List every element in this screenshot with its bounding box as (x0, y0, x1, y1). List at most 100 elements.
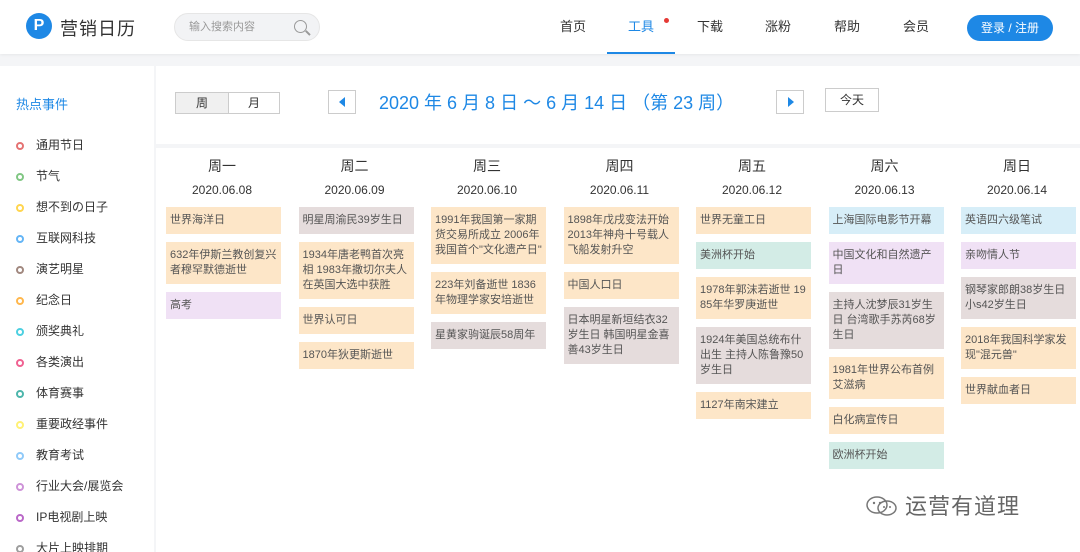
day-column: 周一 2020.06.08 世界海洋日 632年伊斯兰教创复兴者穆罕默德逝世 高考 (156, 148, 288, 552)
event-card[interactable]: 中国人口日 (563, 272, 679, 299)
category-bullet-icon (16, 235, 24, 243)
nav-membership[interactable]: 会员 (890, 0, 942, 54)
category-label: 颁奖典礼 (36, 324, 85, 338)
event-card[interactable]: 美洲杯开始 (696, 242, 811, 269)
sidebar-category-item[interactable]: 体育赛事 (16, 384, 84, 402)
day-name: 周六 (870, 158, 899, 174)
date-range-title: 2020 年 6 月 8 日 ～ 6 月 14 日 （第 23 周） (379, 93, 735, 113)
event-card[interactable]: 1898年戊戌变法开始 2013年神舟十号载人飞船发射升空 (563, 207, 679, 264)
event-card[interactable]: 英语四六级笔试 (961, 207, 1076, 234)
today-button[interactable]: 今天 (825, 88, 879, 112)
event-card[interactable]: 1924年美国总统布什出生 主持人陈鲁豫50岁生日 (696, 327, 811, 384)
category-label: IP电视剧上映 (36, 510, 108, 524)
event-card[interactable]: 1978年郭沫若逝世 1985年华罗庚逝世 (696, 277, 811, 319)
nav-download[interactable]: 下载 (684, 0, 736, 54)
wechat-icon (865, 495, 899, 517)
category-bullet-icon (16, 204, 24, 212)
sidebar-category-item[interactable]: 重要政经事件 (16, 415, 108, 433)
sidebar-category-item[interactable]: IP电视剧上映 (16, 508, 107, 526)
event-card[interactable]: 世界认可日 (298, 307, 414, 334)
category-bullet-icon (16, 545, 24, 552)
event-card[interactable]: 1870年狄更斯逝世 (298, 342, 414, 369)
event-card[interactable]: 上海国际电影节开幕 (828, 207, 944, 234)
event-card[interactable]: 世界无童工日 (696, 207, 811, 234)
event-card[interactable]: 中国文化和自然遗产日 (828, 242, 944, 284)
week-view-tab[interactable]: 周 (175, 92, 229, 114)
nav-home[interactable]: 首页 (547, 0, 599, 54)
event-list: 上海国际电影节开幕中国文化和自然遗产日主持人沈梦辰31岁生日 台湾歌手苏芮68岁… (828, 207, 944, 477)
event-card[interactable]: 高考 (166, 292, 281, 319)
month-view-tab[interactable]: 月 (228, 92, 280, 114)
event-card[interactable]: 223年刘备逝世 1836年物理学家安培逝世 (431, 272, 546, 314)
sidebar-category-item[interactable]: 想不到の日子 (16, 198, 108, 216)
category-bullet-icon (16, 359, 24, 367)
nav-tools-label: 工具 (627, 19, 654, 34)
event-card[interactable]: 明星周渝民39岁生日 (298, 207, 414, 234)
day-column: 周二 2020.06.09 明星周渝民39岁生日 1934年唐老鸭首次亮相 1983年… (289, 148, 421, 552)
sidebar-category-item[interactable]: 演艺明星 (16, 260, 84, 278)
search-input[interactable] (189, 19, 289, 35)
sidebar-category-item[interactable]: 纪念日 (16, 291, 72, 309)
event-card[interactable]: 主持人沈梦辰31岁生日 台湾歌手苏芮68岁生日 (828, 292, 944, 349)
day-name: 周二 (340, 158, 369, 174)
nav-tools[interactable]: 工具 (607, 0, 675, 54)
nav-help[interactable]: 帮助 (821, 0, 873, 54)
category-bullet-icon (16, 390, 24, 398)
day-name: 周日 (1003, 158, 1031, 174)
event-card[interactable]: 欧洲杯开始 (828, 442, 944, 469)
login-register-button[interactable]: 登录 / 注册 (967, 15, 1053, 41)
event-card[interactable]: 钢琴家郎朗38岁生日 小s42岁生日 (961, 277, 1076, 319)
sidebar-category-item[interactable]: 各类演出 (16, 353, 84, 371)
chevron-right-icon (788, 97, 794, 107)
day-column: 周四 2020.06.11 1898年戊戌变法开始 2013年神舟十号载人飞船发射升… (554, 148, 686, 552)
sidebar-category-item[interactable]: 通用节日 (16, 136, 84, 154)
category-bullet-icon (16, 452, 24, 460)
category-bullet-icon (16, 173, 24, 181)
nav-followers[interactable]: 涨粉 (752, 0, 804, 54)
calendar-controls: 周 月 2020 年 6 月 8 日 ～ 6 月 14 日 （第 23 周） 今… (156, 66, 1080, 144)
event-card[interactable]: 世界献血者日 (961, 377, 1076, 404)
category-label: 互联网科技 (36, 231, 97, 245)
event-card[interactable]: 白化病宣传日 (828, 407, 944, 434)
event-list: 1898年戊戌变法开始 2013年神舟十号载人飞船发射升空中国人口日日本明星新垣… (563, 207, 679, 372)
category-bullet-icon (16, 266, 24, 274)
event-card[interactable]: 亲吻情人节 (961, 242, 1076, 269)
event-card[interactable]: 日本明星新垣结衣32岁生日 韩国明星金喜善43岁生日 (563, 307, 679, 364)
category-label: 节气 (36, 169, 61, 183)
sidebar-category-item[interactable]: 节气 (16, 167, 60, 185)
day-date: 2020.06.11 (589, 183, 650, 197)
event-card[interactable]: 1991年我国第一家期货交易所成立 2006年我国首个"文化遗产日" (431, 207, 546, 264)
category-label: 各类演出 (36, 355, 85, 369)
sidebar-category-item[interactable]: 互联网科技 (16, 229, 96, 247)
day-date: 2020.06.13 (854, 183, 915, 197)
day-date: 2020.06.10 (456, 183, 518, 197)
event-card[interactable]: 星黄家驹诞辰58周年 (431, 322, 546, 349)
event-card[interactable]: 1127年南宋建立 (696, 392, 811, 419)
watermark: 运营有道理 (865, 489, 1020, 521)
category-label: 想不到の日子 (36, 200, 109, 214)
category-bullet-icon (16, 421, 24, 429)
brand-name[interactable]: 营销日历 (60, 15, 136, 41)
logo-icon[interactable]: P (26, 13, 52, 39)
prev-week-button[interactable] (328, 90, 356, 114)
search-icon[interactable] (294, 20, 307, 33)
sidebar-title: 热点事件 (16, 97, 69, 112)
category-bullet-icon (16, 514, 24, 522)
sidebar-category-item[interactable]: 教育考试 (16, 446, 84, 464)
event-card[interactable]: 2018年我国科学家发现"混元兽" (961, 327, 1076, 369)
event-list: 明星周渝民39岁生日 1934年唐老鸭首次亮相 1983年撒切尔夫人在英国大选中获… (298, 207, 414, 377)
day-name: 周五 (738, 158, 766, 174)
next-week-button[interactable] (776, 90, 804, 114)
category-label: 通用节日 (36, 138, 85, 152)
sidebar-category-item[interactable]: 颁奖典礼 (16, 322, 84, 340)
day-name: 周一 (208, 158, 236, 174)
event-card[interactable]: 1934年唐老鸭首次亮相 1983年撒切尔夫人在英国大选中获胜 (298, 242, 414, 299)
event-card[interactable]: 632年伊斯兰教创复兴者穆罕默德逝世 (166, 242, 281, 284)
category-bullet-icon (16, 297, 24, 305)
event-card[interactable]: 世界海洋日 (166, 207, 281, 234)
event-card[interactable]: 1981年世界公布首例艾滋病 (828, 357, 944, 399)
day-column: 周三 2020.06.10 1991年我国第一家期货交易所成立 2006年我国首个"… (421, 148, 553, 552)
sidebar-category-item[interactable]: 行业大会/展览会 (16, 477, 123, 495)
sidebar-category-item[interactable]: 大片上映排期 (16, 539, 108, 552)
category-label: 大片上映排期 (36, 541, 109, 552)
